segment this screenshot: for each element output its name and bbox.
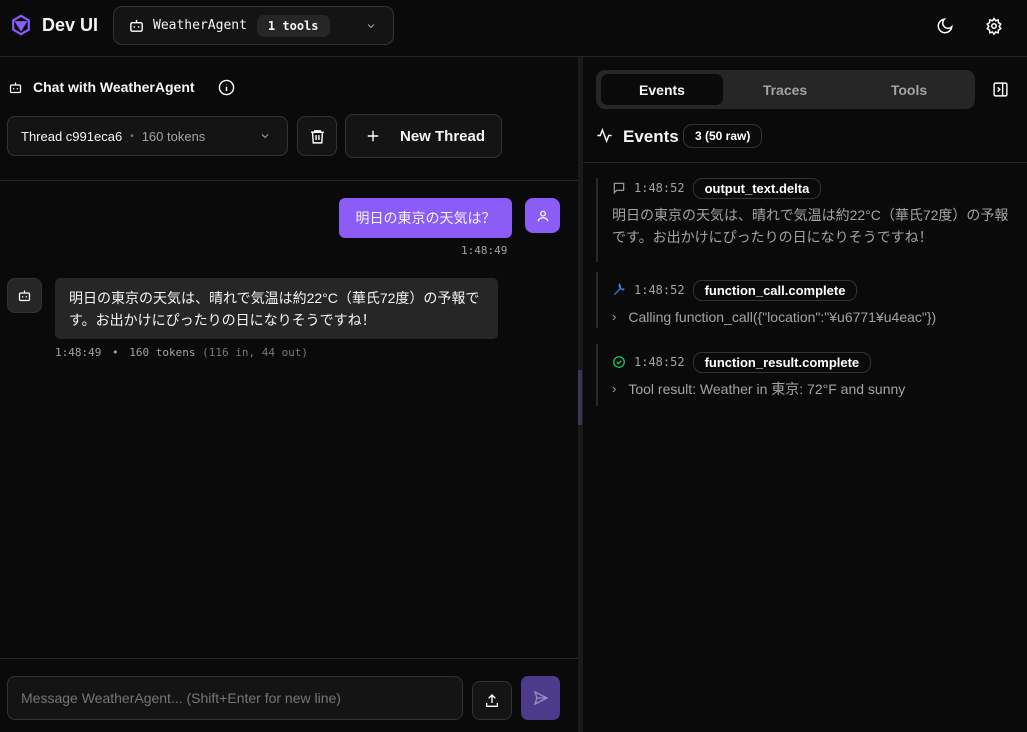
robot-icon <box>128 17 145 34</box>
thread-name: Thread c991eca6 <box>21 128 123 144</box>
agent-selector[interactable]: WeatherAgent 1 tools <box>113 6 394 45</box>
tab-tools[interactable]: Tools <box>847 74 971 105</box>
separator: • <box>111 346 119 359</box>
header-divider <box>0 56 1027 57</box>
app-title: Dev UI <box>42 15 99 35</box>
event-time: 1:48:52 <box>634 283 685 297</box>
upload-button[interactable] <box>472 681 512 720</box>
token-detail: (116 in, 44 out) <box>202 346 309 359</box>
theme-toggle-moon-icon[interactable] <box>936 17 954 35</box>
user-avatar <box>525 198 560 233</box>
event-body: Tool result: Weather in 東京: 72°F and sun… <box>628 381 906 397</box>
robot-icon <box>17 288 32 303</box>
new-thread-button[interactable]: New Thread <box>345 114 502 158</box>
chat-header-divider <box>0 180 578 181</box>
send-icon <box>533 690 549 706</box>
events-divider <box>583 162 1027 163</box>
collapse-panel-icon[interactable] <box>992 81 1009 98</box>
event-time: 1:48:52 <box>634 355 685 369</box>
events-count-badge: 3 (50 raw) <box>683 124 763 148</box>
wrench-icon <box>612 283 626 297</box>
event-type-badge: output_text.delta <box>692 177 822 199</box>
assistant-message-bubble: 明日の東京の天気は、晴れで気温は約22°C（華氏72度）の予報です。お出かけにぴ… <box>55 278 498 339</box>
event-item[interactable]: 1:48:52 function_call.complete › Calling … <box>596 272 1016 328</box>
message-input[interactable] <box>7 676 463 720</box>
user-message-bubble: 明日の東京の天気は？ <box>339 198 512 238</box>
chat-title: Chat with WeatherAgent <box>33 79 195 95</box>
chevron-down-icon <box>365 20 377 32</box>
message-time: 1:48:49 <box>55 346 102 359</box>
message-tokens: 160 tokens <box>129 346 196 359</box>
settings-gear-icon[interactable] <box>985 17 1003 35</box>
tab-traces[interactable]: Traces <box>723 74 847 105</box>
thread-selector[interactable]: Thread c991eca6 • 160 tokens <box>7 116 288 156</box>
event-type-badge: function_call.complete <box>692 279 858 301</box>
event-item[interactable]: 1:48:52 function_result.complete › Tool r… <box>596 344 1016 406</box>
trash-icon <box>309 128 326 145</box>
event-type-badge: function_result.complete <box>692 351 872 373</box>
new-thread-label: New Thread <box>400 127 486 145</box>
plus-icon <box>366 129 380 143</box>
upload-icon <box>484 693 500 709</box>
send-button[interactable] <box>521 676 560 720</box>
check-circle-icon <box>612 355 626 369</box>
robot-icon <box>8 80 23 95</box>
event-item[interactable]: 1:48:52 output_text.delta 明日の東京の天気は、晴れで気… <box>596 177 1016 262</box>
event-time: 1:48:52 <box>634 181 685 195</box>
input-divider <box>0 658 578 659</box>
message-icon <box>612 181 626 195</box>
panel-tabs: Events Traces Tools <box>596 70 975 109</box>
chevron-down-icon <box>259 130 271 142</box>
delete-thread-button[interactable] <box>297 116 337 156</box>
assistant-avatar <box>7 278 42 313</box>
chevron-right-icon[interactable]: › <box>612 306 616 328</box>
chevron-right-icon[interactable]: › <box>612 378 616 400</box>
events-title: Events <box>623 127 679 146</box>
tools-badge: 1 tools <box>256 14 330 37</box>
assistant-message-meta: 1:48:49 • 160 tokens (116 in, 44 out) <box>55 346 308 359</box>
resize-grip[interactable] <box>578 370 582 425</box>
tab-events[interactable]: Events <box>601 74 723 105</box>
event-body: 明日の東京の天気は、晴れで気温は約22°C（華氏72度）の予報です。お出かけにぴ… <box>612 207 1009 245</box>
info-icon[interactable] <box>218 79 235 96</box>
app-logo-icon <box>10 14 32 36</box>
separator: • <box>130 130 134 142</box>
user-message-time: 1:48:49 <box>461 244 508 257</box>
thread-tokens: 160 tokens <box>141 128 206 144</box>
agent-name: WeatherAgent <box>153 18 247 33</box>
event-body: Calling function_call({"location":"¥u677… <box>628 309 937 325</box>
activity-icon <box>596 127 613 144</box>
user-icon <box>536 209 550 223</box>
